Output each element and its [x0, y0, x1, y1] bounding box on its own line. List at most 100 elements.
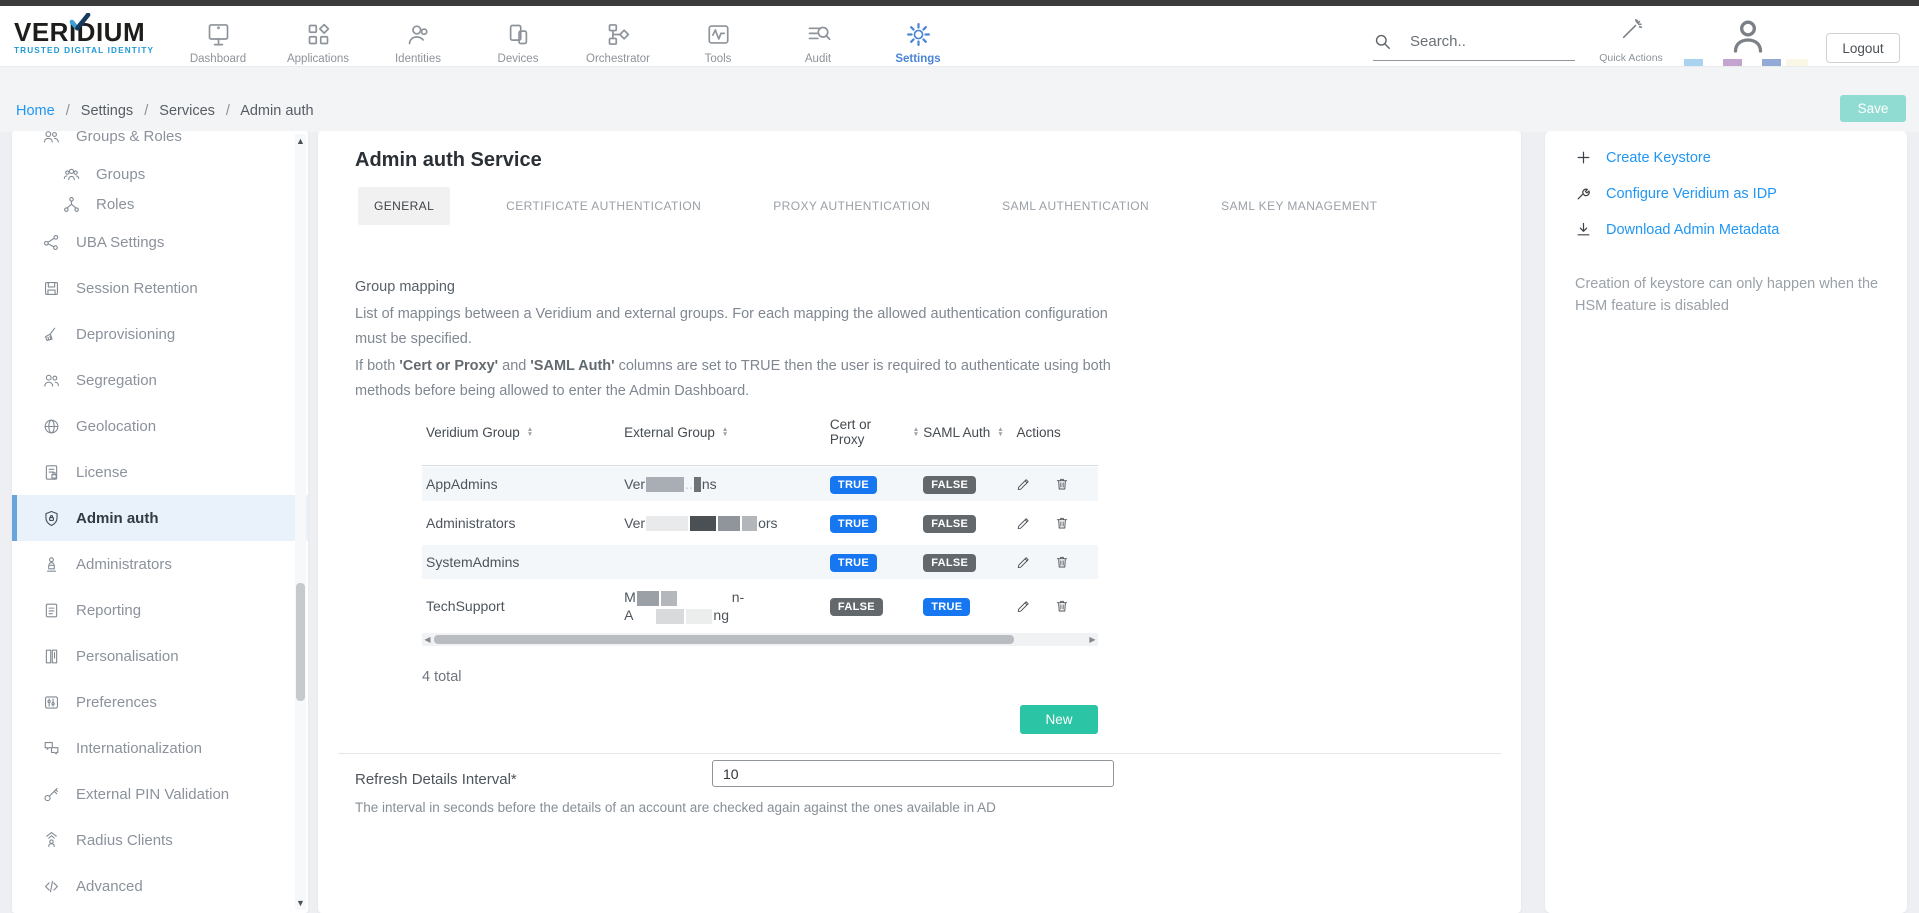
- sidebar-item-internationalization[interactable]: Internationalization: [12, 725, 308, 771]
- edit-icon[interactable]: [1016, 515, 1032, 531]
- user-avatar-icon[interactable]: [1728, 16, 1768, 56]
- hierarchy-icon: [62, 195, 81, 214]
- scrollbar-thumb[interactable]: [296, 583, 305, 701]
- sidebar-item-groups[interactable]: Groups: [12, 159, 308, 189]
- save-button[interactable]: Save: [1840, 95, 1906, 122]
- nav-item-audit[interactable]: Audit: [768, 12, 868, 72]
- nav-item-devices[interactable]: Devices: [468, 12, 568, 72]
- sidebar-item-label: Advanced: [76, 878, 143, 895]
- nav-item-dashboard[interactable]: Dashboard: [168, 12, 268, 72]
- sidebar-item-admin-auth[interactable]: Admin auth: [12, 495, 308, 541]
- sidebar-item-groups-roles[interactable]: Groups & Roles: [12, 131, 308, 159]
- scroll-up-arrow[interactable]: ▲: [295, 136, 306, 146]
- tab-saml-authentication[interactable]: SAML AUTHENTICATION: [986, 187, 1165, 225]
- edit-icon[interactable]: [1016, 476, 1032, 492]
- sidebar-item-administrators[interactable]: Administrators: [12, 541, 308, 587]
- sidebar-item-segregation[interactable]: Segregation: [12, 357, 308, 403]
- veridium-logo: VERIDIUM TRUSTED DIGITAL IDENTITY: [14, 20, 184, 55]
- edit-icon[interactable]: [1016, 554, 1032, 570]
- column-header-cert-or-proxy: Cert or Proxy▲▼: [826, 417, 919, 447]
- settings-gear-icon: [905, 21, 932, 48]
- scroll-down-arrow[interactable]: ▼: [295, 898, 306, 908]
- veridium-group-cell: Administrators: [422, 515, 620, 531]
- external-group-cell-redacted: Verors: [620, 515, 826, 532]
- sort-icon[interactable]: ▲▼: [527, 427, 533, 437]
- key-icon: [42, 785, 61, 804]
- admin-auth-service-panel: Admin auth Service GENERAL CERTIFICATE A…: [318, 131, 1521, 913]
- sidebar-item-label: Segregation: [76, 372, 157, 389]
- delete-icon[interactable]: [1054, 515, 1070, 531]
- sidebar-item-deprovisioning[interactable]: Deprovisioning: [12, 311, 308, 357]
- sidebar-item-external-pin-validation[interactable]: External PIN Validation: [12, 771, 308, 817]
- saml-auth-badge: FALSE: [923, 476, 976, 494]
- breadcrumb-item[interactable]: Settings: [81, 103, 133, 119]
- quick-actions[interactable]: Quick Actions: [1598, 17, 1664, 64]
- devices-icon: [505, 21, 532, 48]
- identities-icon: [405, 21, 432, 48]
- delete-icon[interactable]: [1054, 598, 1070, 614]
- breadcrumb: Home / Settings / Services / Admin auth: [16, 103, 314, 119]
- floppy-disk-icon: [42, 279, 61, 298]
- sidebar-item-label: Admin auth: [76, 510, 159, 527]
- breadcrumb-home-link[interactable]: Home: [16, 103, 55, 119]
- logout-button[interactable]: Logout: [1826, 33, 1900, 63]
- new-mapping-button[interactable]: New: [1020, 705, 1098, 734]
- sidebar-item-session-retention[interactable]: Session Retention: [12, 265, 308, 311]
- column-header-saml-auth: SAML Auth▲▼: [919, 425, 1012, 440]
- search-input[interactable]: [1408, 32, 1562, 51]
- sidebar-item-geolocation[interactable]: Geolocation: [12, 403, 308, 449]
- sidebar-item-preferences[interactable]: Preferences: [12, 679, 308, 725]
- nav-item-applications[interactable]: Applications: [268, 12, 368, 72]
- table-body: AppAdmins Ver..ns TRUE FALSE Administrat…: [422, 465, 1098, 628]
- refresh-interval-input[interactable]: [712, 760, 1114, 787]
- edit-icon[interactable]: [1016, 598, 1032, 614]
- nav-label: Devices: [498, 53, 539, 65]
- sidebar-item-uba-settings[interactable]: UBA Settings: [12, 219, 308, 265]
- nav-item-orchestrator[interactable]: Orchestrator: [568, 12, 668, 72]
- nav-item-tools[interactable]: Tools: [668, 12, 768, 72]
- sidebar-item-personalisation[interactable]: Personalisation: [12, 633, 308, 679]
- tab-certificate-authentication[interactable]: CERTIFICATE AUTHENTICATION: [490, 187, 717, 225]
- saml-auth-badge: FALSE: [923, 515, 976, 533]
- sidebar-item-label: Preferences: [76, 694, 157, 711]
- language-bubbles-icon: [42, 739, 61, 758]
- sort-icon[interactable]: ▲▼: [997, 427, 1003, 437]
- configure-veridium-idp-link[interactable]: Configure Veridium as IDP: [1575, 185, 1777, 202]
- shield-lock-icon: [42, 509, 61, 528]
- nav-item-settings[interactable]: Settings: [868, 12, 968, 72]
- tab-proxy-authentication[interactable]: PROXY AUTHENTICATION: [757, 187, 946, 225]
- delete-icon[interactable]: [1054, 554, 1070, 570]
- sidebar-item-reporting[interactable]: Reporting: [12, 587, 308, 633]
- quick-actions-label: Quick Actions: [1598, 52, 1664, 64]
- code-icon: [42, 877, 61, 896]
- veridium-group-cell: SystemAdmins: [422, 554, 620, 570]
- plus-icon: [1575, 149, 1592, 166]
- nav-item-identities[interactable]: Identities: [368, 12, 468, 72]
- settings-sidebar: Groups & Roles Groups Roles UBA Settings…: [12, 131, 308, 913]
- cert-or-proxy-badge: TRUE: [830, 554, 877, 572]
- nav-label: Applications: [287, 53, 349, 65]
- download-icon: [1575, 221, 1592, 238]
- redaction-block: [686, 609, 712, 624]
- page-title: Admin auth Service: [355, 149, 542, 172]
- create-keystore-link[interactable]: Create Keystore: [1575, 149, 1711, 166]
- download-admin-metadata-link[interactable]: Download Admin Metadata: [1575, 221, 1779, 238]
- sidebar-item-label: License: [76, 464, 128, 481]
- sort-icon[interactable]: ▲▼: [722, 427, 728, 437]
- tools-icon: [705, 21, 732, 48]
- scrollbar-thumb[interactable]: [434, 635, 1014, 644]
- sidebar-item-advanced[interactable]: Advanced: [12, 863, 308, 909]
- group-icon: [62, 165, 81, 184]
- breadcrumb-item[interactable]: Services: [159, 103, 215, 119]
- section-divider: [338, 753, 1501, 754]
- scroll-left-arrow[interactable]: ◀: [422, 635, 433, 644]
- tab-general[interactable]: GENERAL: [358, 187, 450, 225]
- veridium-group-cell: AppAdmins: [422, 476, 620, 492]
- delete-icon[interactable]: [1054, 476, 1070, 492]
- tab-saml-key-management[interactable]: SAML KEY MANAGEMENT: [1205, 187, 1393, 225]
- sidebar-item-radius-clients[interactable]: Radius Clients: [12, 817, 308, 863]
- sidebar-item-license[interactable]: License: [12, 449, 308, 495]
- scroll-right-arrow[interactable]: ▶: [1087, 635, 1098, 644]
- group-mapping-description: List of mappings between a Veridium and …: [355, 302, 1120, 352]
- sidebar-item-roles[interactable]: Roles: [12, 189, 308, 219]
